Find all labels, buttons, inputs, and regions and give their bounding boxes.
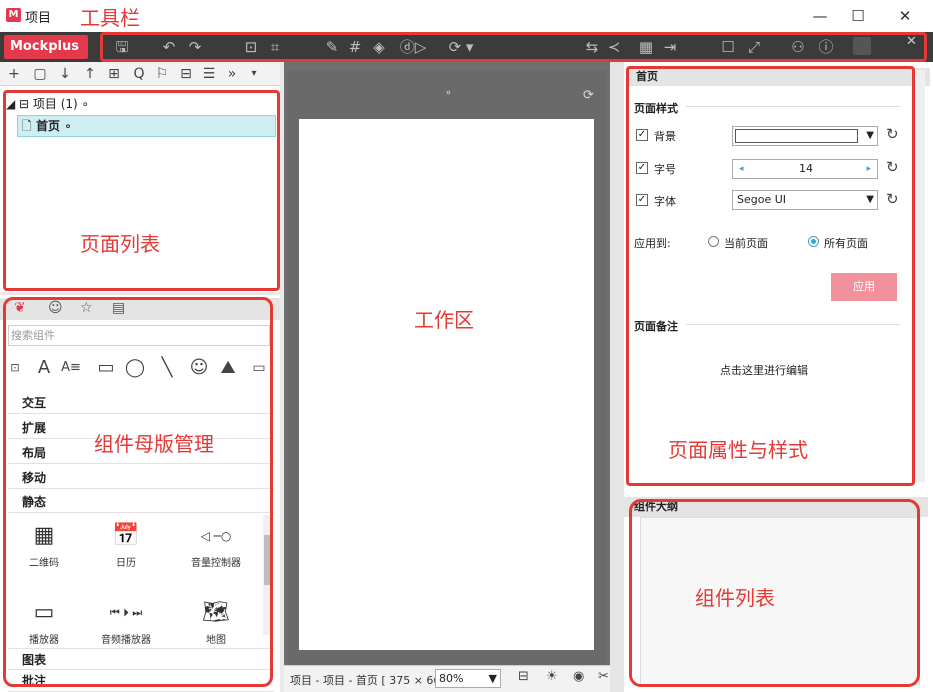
mockplus-menu-button[interactable]: Mockplus ▾ [4, 35, 88, 78]
flag-icon[interactable]: ⚐ [152, 64, 172, 84]
properties-highlight [626, 66, 915, 486]
close-window-button[interactable]: ✕ [885, 4, 925, 28]
page-list-highlight [3, 90, 280, 291]
camera-dot: ∘ [445, 86, 452, 99]
toolbar-highlight [100, 32, 927, 62]
design-canvas[interactable] [299, 119, 594, 650]
add-folder-icon[interactable]: ▢ [30, 64, 50, 84]
workspace-scrollbar[interactable] [610, 62, 624, 692]
window-title: 项目 [25, 11, 52, 26]
brightness-icon[interactable]: ☀ [546, 669, 558, 684]
chevron-down-icon[interactable]: ▾ [244, 64, 264, 84]
workspace-annotation: 工作区 [414, 308, 474, 332]
properties-scrollbar[interactable] [915, 70, 925, 482]
outline-highlight [629, 499, 920, 687]
duplicate-icon[interactable]: ⊟ [176, 64, 196, 84]
expand-icon[interactable]: » [222, 64, 242, 84]
chevron-down-icon: ▼ [488, 672, 497, 685]
component-panel-highlight [3, 297, 273, 687]
align-icon[interactable]: ⊟ [518, 669, 529, 684]
zoom-value: 80% [439, 672, 464, 685]
move-down-icon[interactable]: ↓ [55, 64, 75, 84]
preview-eye-icon[interactable]: ◉ [573, 669, 584, 684]
move-up-icon[interactable]: ↑ [80, 64, 100, 84]
toolbar-annotation: 工具栏 [80, 6, 140, 30]
page-map-icon[interactable]: ⊞ [104, 64, 124, 84]
app-logo: M [6, 8, 21, 22]
maximize-button[interactable]: ☐ [838, 4, 878, 28]
list-icon[interactable]: ☰ [199, 64, 219, 84]
add-page-icon[interactable]: + [4, 64, 24, 84]
rotate-icon[interactable]: ⟳ [583, 88, 594, 103]
tools-icon[interactable]: ✂ [598, 669, 609, 684]
search-icon[interactable]: Q [129, 64, 149, 84]
zoom-select[interactable]: 80% ▼ [435, 669, 501, 688]
minimize-button[interactable]: — [800, 4, 840, 28]
status-text: 项目 - 项目 - 首页 [ 375 × 66 [290, 674, 441, 687]
